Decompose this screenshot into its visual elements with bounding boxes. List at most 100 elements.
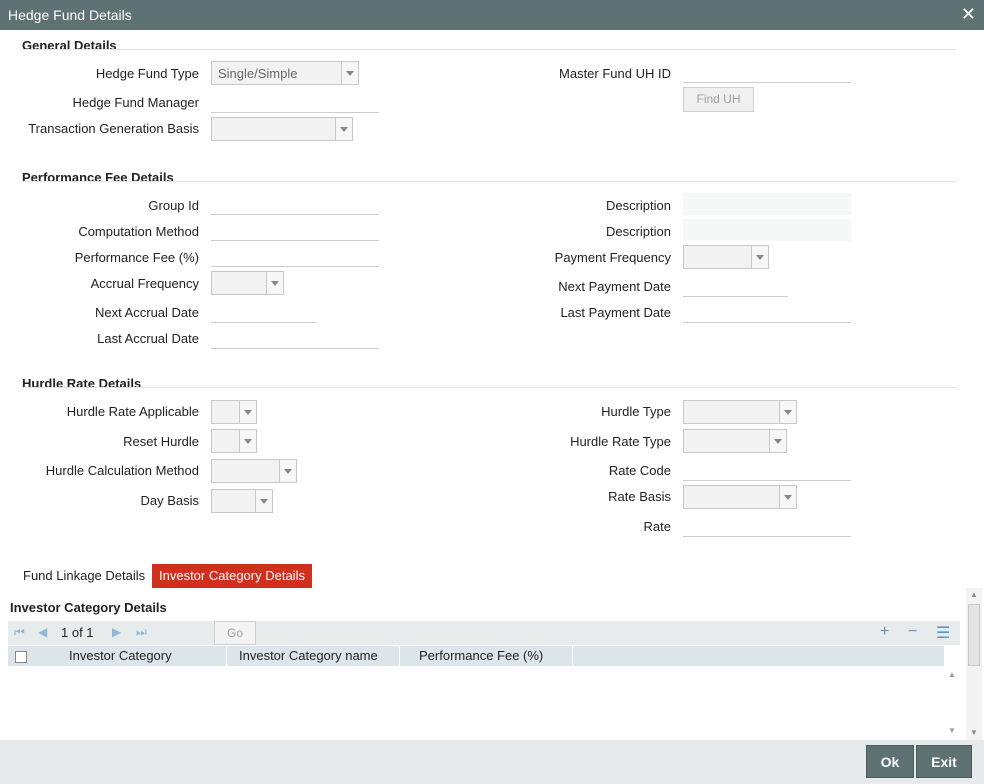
computation-method-field[interactable]: [211, 217, 379, 241]
investor-category-grid-title: Investor Category Details: [10, 600, 167, 615]
section-divider: [22, 387, 956, 388]
master-fund-uh-id-label: Master Fund UH ID: [559, 66, 671, 81]
add-row-icon[interactable]: +: [880, 623, 889, 641]
window-title: Hedge Fund Details: [8, 7, 132, 23]
chevron-down-icon: [769, 430, 786, 452]
grid-body: [8, 666, 944, 740]
master-fund-uh-id-field[interactable]: [683, 59, 851, 83]
description-label-2: Description: [605, 224, 671, 239]
close-icon[interactable]: ✕: [961, 4, 976, 25]
accrual-frequency-select[interactable]: [211, 271, 284, 295]
exit-button[interactable]: Exit: [916, 745, 972, 778]
scroll-up-icon[interactable]: ▲: [948, 670, 956, 679]
chevron-down-icon: [239, 430, 256, 452]
next-accrual-date-field[interactable]: [211, 299, 316, 323]
grid-scrollbar[interactable]: ▲ ▼: [944, 666, 960, 740]
hurdle-calculation-method-select[interactable]: [211, 459, 297, 483]
next-accrual-date-label: Next Accrual Date: [94, 305, 199, 320]
hedge-fund-type-label: Hedge Fund Type: [95, 66, 199, 81]
tab-fund-linkage-details[interactable]: Fund Linkage Details: [16, 564, 153, 588]
group-id-field[interactable]: [211, 191, 379, 215]
section-divider: [22, 181, 956, 182]
description-field: [683, 193, 851, 215]
last-accrual-date-label: Last Accrual Date: [97, 331, 199, 346]
hurdle-rate-type-select[interactable]: [683, 429, 787, 453]
day-basis-label: Day Basis: [140, 493, 199, 508]
rate-basis-label: Rate Basis: [608, 489, 671, 504]
general-details-heading: General Details: [22, 38, 117, 53]
hurdle-type-select[interactable]: [683, 400, 797, 424]
description-label: Description: [605, 198, 671, 213]
last-payment-date-label: Last Payment Date: [560, 305, 671, 320]
chevron-down-icon: [266, 272, 283, 294]
column-separator: [399, 646, 400, 666]
payment-frequency-select[interactable]: [683, 245, 769, 269]
last-payment-date-field[interactable]: [683, 299, 851, 323]
chevron-down-icon: [341, 62, 358, 84]
transaction-generation-basis-select[interactable]: [211, 117, 353, 141]
view-details-icon[interactable]: ☰: [936, 623, 950, 643]
column-performance-fee: Performance Fee (%): [419, 648, 544, 663]
rate-code-label: Rate Code: [608, 463, 671, 478]
performance-fee-details-heading: Performance Fee Details: [22, 170, 174, 185]
column-separator: [226, 646, 227, 666]
reset-hurdle-select[interactable]: [211, 429, 257, 453]
chevron-down-icon: [279, 460, 296, 482]
computation-method-label: Computation Method: [78, 224, 199, 239]
grid-header: Investor Category Investor Category name…: [8, 646, 944, 666]
scroll-up-icon[interactable]: ▲: [970, 590, 978, 599]
column-separator: [572, 646, 573, 666]
select-all-checkbox[interactable]: [15, 651, 27, 663]
chevron-down-icon: [335, 118, 352, 140]
hurdle-rate-type-label: Hurdle Rate Type: [570, 434, 671, 449]
transaction-generation-basis-label: Transaction Generation Basis: [28, 121, 199, 136]
hurdle-rate-applicable-label: Hurdle Rate Applicable: [66, 404, 199, 419]
reset-hurdle-label: Reset Hurdle: [123, 434, 199, 449]
chevron-down-icon: [751, 246, 768, 268]
go-button[interactable]: Go: [214, 621, 256, 645]
rate-label: Rate: [643, 519, 671, 534]
performance-fee-field[interactable]: [211, 243, 379, 267]
column-investor-category-name: Investor Category name: [239, 648, 378, 663]
hedge-fund-type-select[interactable]: Single/Simple: [211, 61, 359, 85]
hurdle-rate-details-heading: Hurdle Rate Details: [22, 376, 142, 391]
day-basis-select[interactable]: [211, 489, 273, 513]
ok-button[interactable]: Ok: [866, 745, 914, 778]
grid-toolbar: ⏮ ◀ 1 of 1 ▶ ⏭ Go + − ☰: [8, 621, 960, 645]
group-id-label: Group Id: [148, 198, 199, 213]
tab-investor-category-details[interactable]: Investor Category Details: [152, 564, 312, 588]
chevron-down-icon: [779, 401, 796, 423]
scroll-down-icon[interactable]: ▼: [948, 726, 956, 735]
description-field-2: [683, 219, 851, 241]
section-divider: [22, 49, 956, 50]
first-page-icon[interactable]: ⏮: [14, 625, 25, 640]
hurdle-rate-applicable-select[interactable]: [211, 400, 257, 424]
next-payment-date-field[interactable]: [683, 273, 788, 297]
column-investor-category: Investor Category: [69, 648, 172, 663]
last-accrual-date-field[interactable]: [211, 325, 379, 349]
chevron-down-icon: [239, 401, 256, 423]
page-info: 1 of 1: [61, 625, 94, 640]
rate-code-field[interactable]: [683, 457, 851, 481]
hurdle-type-label: Hurdle Type: [601, 404, 671, 419]
next-page-icon[interactable]: ▶: [112, 625, 121, 639]
performance-fee-label: Performance Fee (%): [74, 250, 199, 265]
hedge-fund-type-value: Single/Simple: [218, 66, 298, 81]
previous-page-icon[interactable]: ◀: [38, 625, 47, 639]
find-uh-button[interactable]: Find UH: [683, 87, 754, 112]
rate-field[interactable]: [683, 513, 851, 537]
last-page-icon[interactable]: ⏭: [136, 625, 147, 640]
next-payment-date-label: Next Payment Date: [558, 279, 671, 294]
scroll-down-icon[interactable]: ▼: [970, 728, 978, 737]
delete-row-icon[interactable]: −: [908, 623, 917, 641]
window-scrollbar[interactable]: ▲ ▼: [966, 588, 982, 740]
accrual-frequency-label: Accrual Frequency: [90, 276, 199, 291]
footer-bar: Ok Exit: [0, 740, 984, 784]
hurdle-calculation-method-label: Hurdle Calculation Method: [45, 463, 199, 478]
hedge-fund-manager-field[interactable]: [211, 89, 379, 113]
scrollbar-thumb[interactable]: [968, 604, 980, 666]
title-bar: Hedge Fund Details ✕: [0, 0, 984, 30]
hedge-fund-manager-label: Hedge Fund Manager: [72, 95, 199, 110]
chevron-down-icon: [779, 486, 796, 508]
rate-basis-select[interactable]: [683, 485, 797, 509]
